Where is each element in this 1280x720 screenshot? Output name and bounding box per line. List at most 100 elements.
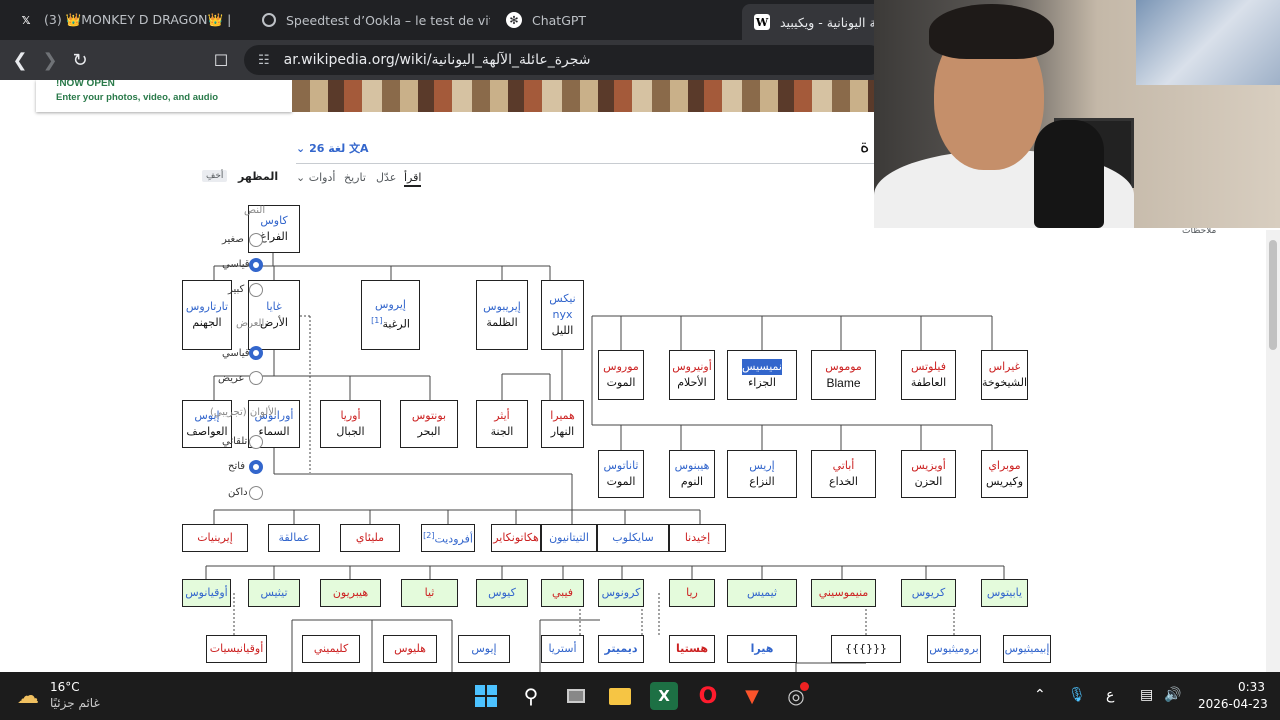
- tree-node-hemera[interactable]: هميرا النهار: [541, 400, 584, 448]
- input-language[interactable]: ع: [1106, 687, 1114, 703]
- radio-color-dark[interactable]: [249, 486, 263, 500]
- tree-node-cyclopes[interactable]: سايكلوب: [597, 524, 669, 552]
- tree-node-eris[interactable]: إريس النزاع: [727, 450, 797, 498]
- tree-node-cronus[interactable]: كرونوس: [598, 579, 644, 607]
- tree-node-astraea[interactable]: أستريا: [541, 635, 584, 663]
- tree-node-pontus[interactable]: بونتوس البحر: [400, 400, 458, 448]
- excel-icon[interactable]: X: [650, 682, 678, 710]
- tree-node-giants[interactable]: عمالقة: [268, 524, 320, 552]
- tree-node-rhea[interactable]: ريا: [669, 579, 715, 607]
- windows-taskbar: ☁ 16°C غائم جزئيًا ⚲ X O ▼ ◎ ⌃ 🎙 ع ▤ 🔊 0…: [0, 672, 1280, 720]
- tree-node-echidna[interactable]: إخيدنا: [669, 524, 726, 552]
- radio-size-small[interactable]: [249, 233, 263, 247]
- label-size-large: كبير: [228, 284, 245, 295]
- tree-node-aphrodite[interactable]: أفروديت[2]: [421, 524, 475, 552]
- bookmark-icon[interactable]: ☐: [209, 48, 233, 72]
- tab-speedtest[interactable]: Speedtest d’Ookla – le test de vitesse: [250, 4, 490, 36]
- tree-node-philotes[interactable]: فيلوتس العاطفة: [901, 350, 956, 400]
- ref-link[interactable]: [1]: [371, 316, 382, 325]
- tree-node-oceanids[interactable]: أوقيانيسيات: [206, 635, 267, 663]
- clock-date[interactable]: 2026-04-23: [1198, 697, 1268, 711]
- label-width-standard: قياسي: [222, 348, 250, 359]
- tree-node-oizys[interactable]: أويزيس الحزن: [901, 450, 956, 498]
- tree-node-eros[interactable]: إيروس الرغبة[1]: [361, 280, 420, 350]
- radio-size-standard[interactable]: [249, 258, 263, 272]
- start-icon[interactable]: [472, 682, 500, 710]
- opera-icon[interactable]: O: [694, 682, 722, 710]
- site-info-icon[interactable]: ☷: [258, 53, 270, 68]
- tree-node-helios[interactable]: هليوس: [383, 635, 437, 663]
- radio-size-large[interactable]: [249, 283, 263, 297]
- tree-node-hypnos[interactable]: هيبنوس النوم: [669, 450, 715, 498]
- radio-color-light[interactable]: [249, 460, 263, 474]
- tree-node-coeus[interactable]: كيوس: [476, 579, 528, 607]
- task-view-icon[interactable]: [562, 682, 590, 710]
- tree-node-placeholder[interactable]: {{{}}}: [831, 635, 901, 663]
- back-icon[interactable]: ❮: [8, 48, 32, 72]
- node-name: غايا: [266, 300, 282, 313]
- brave-icon[interactable]: ▼: [738, 682, 766, 710]
- tree-node-moros[interactable]: موروس الموت: [598, 350, 644, 400]
- chevron-up-icon[interactable]: ⌃: [1034, 687, 1046, 703]
- tree-node-theia[interactable]: ثيا: [401, 579, 458, 607]
- microphone-icon[interactable]: 🎙: [1068, 687, 1086, 703]
- tree-node-nemesis[interactable]: نميسيس الجزاء: [727, 350, 797, 400]
- forward-icon[interactable]: ❯: [38, 48, 62, 72]
- tree-node-clymene[interactable]: كليميني: [302, 635, 360, 663]
- tree-node-tethys[interactable]: تيثيس: [248, 579, 300, 607]
- tab-x[interactable]: 𝕏 (3) 👑MONKEY D DRAGON👑 |: [6, 4, 238, 36]
- tree-node-hecatoncheires[interactable]: هكاتونكاير: [491, 524, 541, 552]
- tree-node-oneiros[interactable]: أونيروس الأحلام: [669, 350, 715, 400]
- tree-node-nyx[interactable]: نيكس nyx الليل: [541, 280, 584, 350]
- label-color-auto: تلقائي: [222, 436, 248, 447]
- page-scrollbar[interactable]: [1266, 230, 1280, 672]
- network-icon[interactable]: ▤: [1140, 687, 1153, 703]
- tree-node-hestia[interactable]: هستيا: [669, 635, 715, 663]
- tree-node-tartarus[interactable]: تارتاروس الجهنم: [182, 280, 232, 350]
- tree-node-erinyes[interactable]: إيرينيات: [182, 524, 248, 552]
- tree-node-momus[interactable]: مومو‌س Blame: [811, 350, 876, 400]
- tree-node-ourea[interactable]: أوريا الجبال: [320, 400, 381, 448]
- volume-icon[interactable]: 🔊: [1164, 687, 1181, 703]
- node-name: إيريبوس: [483, 300, 521, 313]
- label-color-dark: داكن: [228, 487, 248, 498]
- reload-icon[interactable]: ↻: [68, 48, 92, 72]
- radio-width-wide[interactable]: [249, 371, 263, 385]
- tree-node-prometheus[interactable]: بروميثيوس: [927, 635, 981, 663]
- tree-node-oceanus[interactable]: أوقيانوس: [182, 579, 231, 607]
- tree-node-mnemosyne[interactable]: منيموسيني: [811, 579, 876, 607]
- tree-node-hera[interactable]: هيرا: [727, 635, 797, 663]
- file-explorer-icon[interactable]: [606, 682, 634, 710]
- scrollbar-thumb[interactable]: [1269, 240, 1277, 350]
- tree-node-demeter[interactable]: ديميتر: [598, 635, 644, 663]
- radio-width-standard[interactable]: [249, 346, 263, 360]
- clock-time[interactable]: 0:33: [1238, 680, 1265, 694]
- tab-wikipedia[interactable]: W شجرة عائلة الآلهة اليونانية - ويكيبيد: [742, 4, 882, 40]
- webcam-overlay: [874, 0, 1280, 228]
- tree-node-thanatos[interactable]: ثاناتوس الموت: [598, 450, 644, 498]
- weather-icon[interactable]: ☁: [14, 682, 42, 710]
- tree-node-hyperion[interactable]: هيبريون: [320, 579, 381, 607]
- address-bar[interactable]: ☷ ar.wikipedia.org/wiki/شجرة_عائلة_الآله…: [244, 45, 884, 75]
- ref-link[interactable]: [2]: [423, 531, 434, 540]
- tree-node-apate[interactable]: أباتي الخداع: [811, 450, 876, 498]
- tree-node-moirai[interactable]: موبراي وكيريس: [981, 450, 1028, 498]
- tree-node-geras[interactable]: غيراس الشيخوخة: [981, 350, 1028, 400]
- tree-node-iapetus[interactable]: يابيتوس: [981, 579, 1028, 607]
- wikipedia-icon: W: [754, 14, 770, 30]
- search-icon[interactable]: ⚲: [517, 682, 545, 710]
- tree-node-epimetheus[interactable]: إبيميثيوس: [1003, 635, 1051, 663]
- tree-node-themis[interactable]: ثيميس: [727, 579, 797, 607]
- tree-node-erebus[interactable]: إيريبوس الظلمة: [476, 280, 528, 350]
- tree-node-phoebe[interactable]: فيبي: [541, 579, 584, 607]
- tree-node-titans[interactable]: التيتانيون: [541, 524, 597, 552]
- tab-chatgpt[interactable]: ✻ ChatGPT: [494, 4, 734, 36]
- text-size-heading: النص: [244, 205, 266, 216]
- tree-node-eos[interactable]: إيوس: [458, 635, 510, 663]
- x-logo-icon: 𝕏: [21, 13, 31, 27]
- microphone: [1034, 120, 1104, 228]
- tree-node-crius[interactable]: كريوس: [901, 579, 956, 607]
- radio-color-auto[interactable]: [249, 435, 263, 449]
- tree-node-aether[interactable]: أيثر الجنة: [476, 400, 528, 448]
- tree-node-meliae[interactable]: مليئاي: [340, 524, 400, 552]
